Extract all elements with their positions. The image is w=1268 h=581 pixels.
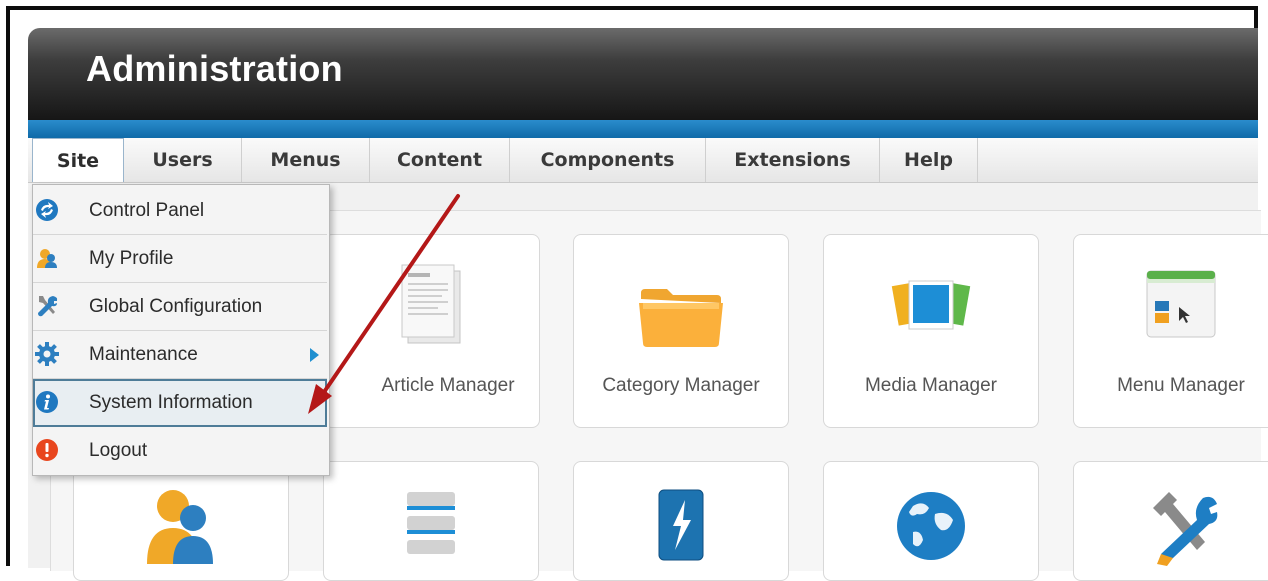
dd-item-control-panel[interactable]: Control Panel: [33, 187, 327, 235]
card-plugin-manager[interactable]: [573, 461, 789, 581]
menu-components[interactable]: Components: [510, 138, 706, 182]
users-icon: [74, 484, 288, 574]
logout-icon: [36, 439, 58, 461]
header: Administration: [28, 28, 1258, 120]
card-module-manager[interactable]: [323, 461, 539, 581]
control-panel-icon: [36, 199, 58, 221]
article-icon: [325, 263, 539, 353]
folder-icon: [574, 263, 788, 353]
menu-help[interactable]: Help: [880, 138, 978, 182]
menu-users[interactable]: Users: [124, 138, 242, 182]
profile-icon: [37, 249, 57, 268]
card-global-configuration[interactable]: [1073, 461, 1268, 581]
dd-label: Control Panel: [89, 200, 205, 221]
card-language-manager[interactable]: [823, 461, 1039, 581]
wrench-icon: [1074, 486, 1268, 576]
card-menu-manager[interactable]: Menu Manager: [1073, 234, 1268, 428]
modules-icon: [324, 484, 538, 574]
dd-label: My Profile: [89, 248, 174, 269]
dd-item-logout[interactable]: Logout: [33, 427, 327, 475]
dd-label: Global Configuration: [89, 296, 263, 317]
menu-content[interactable]: Content: [370, 138, 510, 182]
submenu-arrow-icon: [310, 348, 319, 362]
gear-icon: [35, 342, 59, 366]
dd-label: System Information: [89, 392, 253, 413]
card-article-manager[interactable]: Article Manager: [324, 234, 540, 428]
media-icon: [824, 263, 1038, 353]
globe-icon: [824, 484, 1038, 574]
menu-site[interactable]: Site: [32, 138, 124, 182]
card-media-manager[interactable]: Media Manager: [823, 234, 1039, 428]
site-dropdown-menu: Control Panel My Profile Global Configur…: [32, 184, 330, 476]
tools-icon: [38, 296, 58, 317]
card-label: Media Manager: [864, 375, 998, 396]
info-icon: [36, 391, 58, 413]
card-user-manager[interactable]: [73, 461, 289, 581]
card-label: Article Manager: [381, 375, 515, 396]
card-label: Menu Manager: [1117, 375, 1245, 396]
header-accent-bar: [28, 120, 1258, 138]
dd-item-maintenance[interactable]: Maintenance: [33, 331, 327, 379]
menu-manager-icon: [1074, 263, 1268, 353]
menu-menus[interactable]: Menus: [242, 138, 370, 182]
main-menu: Site Users Menus Content Components Exte…: [28, 138, 1258, 183]
dd-item-my-profile[interactable]: My Profile: [33, 235, 327, 283]
card-label: Category Manager: [602, 375, 760, 396]
page-title: Administration: [86, 48, 343, 89]
menu-extensions[interactable]: Extensions: [706, 138, 880, 182]
dd-label: Logout: [89, 440, 148, 461]
plugin-icon: [574, 486, 788, 576]
dd-item-global-configuration[interactable]: Global Configuration: [33, 283, 327, 331]
dd-label: Maintenance: [89, 344, 198, 365]
card-category-manager[interactable]: Category Manager: [573, 234, 789, 428]
dd-item-system-information[interactable]: System Information: [33, 379, 327, 427]
